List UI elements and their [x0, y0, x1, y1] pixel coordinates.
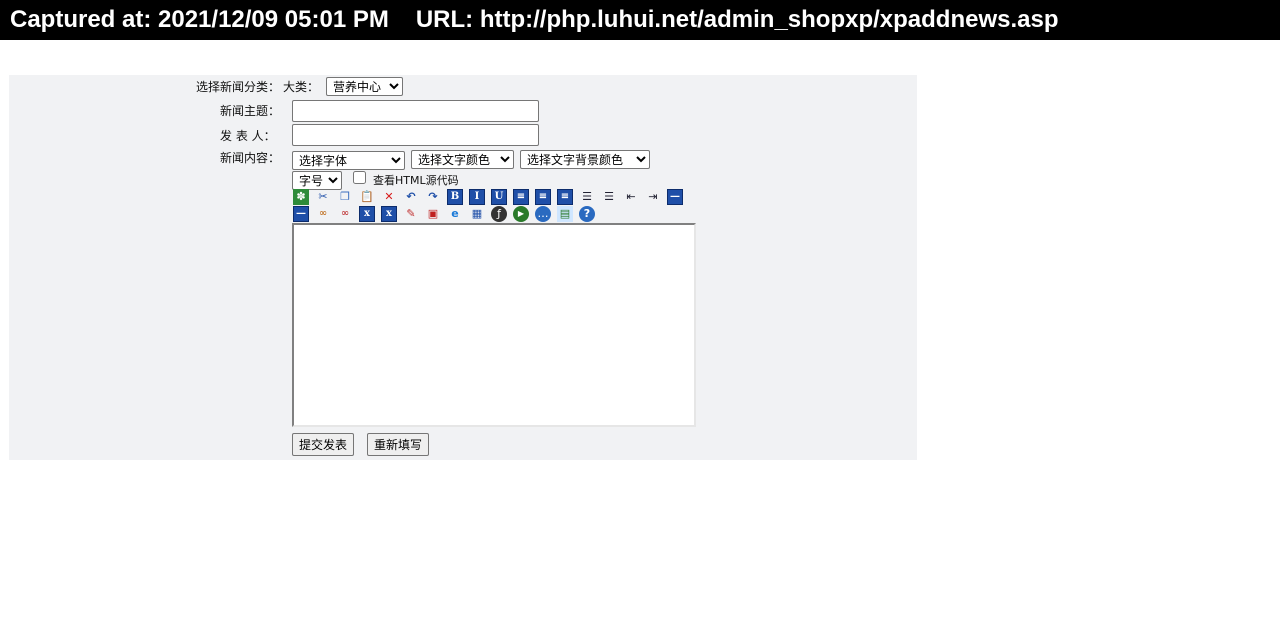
web-link-icon[interactable]: ∞	[315, 206, 331, 222]
font-size-select[interactable]: 字号	[292, 171, 342, 190]
font-select[interactable]: 选择字体	[292, 151, 405, 170]
unordered-list-icon[interactable]: ☰	[601, 189, 617, 205]
underline-icon[interactable]: U	[491, 189, 507, 205]
author-input[interactable]	[292, 124, 539, 146]
align-right-icon[interactable]: ≡	[557, 189, 573, 205]
bold-icon[interactable]: B	[447, 189, 463, 205]
unlink-icon[interactable]: ∞	[337, 206, 353, 222]
text-color-select[interactable]: 选择文字颜色	[411, 150, 514, 169]
eraser-icon[interactable]: ✎	[403, 206, 419, 222]
author-label: 发 表 人：	[220, 129, 276, 143]
major-category-select[interactable]: 营养中心	[326, 77, 403, 96]
news-title-label: 新闻主题：	[220, 104, 281, 118]
horizontal-rule-icon[interactable]: —	[667, 189, 683, 205]
ordered-list-icon[interactable]: ☰	[579, 189, 595, 205]
help-icon[interactable]: ?	[579, 206, 595, 222]
insert-image-icon[interactable]: ▣	[425, 206, 441, 222]
editor-toolbar-row-2: — ∞ ∞ x x ✎ ▣ e ▦ ƒ ▶ … ▤?	[293, 206, 595, 222]
align-left-icon[interactable]: ≡	[513, 189, 529, 205]
media-icon[interactable]: ▶	[513, 206, 529, 222]
capture-timestamp: Captured at: 2021/12/09 05:01 PM	[10, 6, 389, 33]
capture-bar: Captured at: 2021/12/09 05:01 PM URL: htt…	[0, 0, 1280, 40]
copy-icon[interactable]: ❐	[337, 189, 353, 205]
subscript-icon[interactable]: x	[359, 206, 375, 222]
ie-link-icon[interactable]: e	[447, 206, 463, 222]
editor-toolbar-row-1: ✽ ✂ ❐ 📋 ✕ ↶ ↷ B I U ≡ ≡ ≡ ☰ ☰ ⇤ ⇥ —	[293, 189, 683, 205]
view-html-source-label: 查看HTML源代码	[373, 174, 459, 187]
submit-button[interactable]: 提交发表	[292, 433, 355, 456]
paste-icon[interactable]: 📋	[359, 189, 375, 205]
news-content-label: 新闻内容：	[220, 151, 281, 165]
outdent-icon[interactable]: ⇤	[623, 189, 639, 205]
undo-icon[interactable]: ↶	[403, 189, 419, 205]
redo-icon[interactable]: ↷	[425, 189, 441, 205]
major-category-label: 大类：	[283, 80, 320, 94]
flash-icon[interactable]: ƒ	[491, 206, 507, 222]
text-bgcolor-select[interactable]: 选择文字背景颜色	[520, 150, 650, 169]
news-title-input[interactable]	[292, 100, 539, 122]
superscript-icon[interactable]: x	[381, 206, 397, 222]
comment-icon[interactable]: …	[535, 206, 551, 222]
align-center-icon[interactable]: ≡	[535, 189, 551, 205]
capture-url: URL: http://php.luhui.net/admin_shopxp/x…	[415, 6, 1059, 33]
table-icon[interactable]: ▦	[469, 206, 485, 222]
view-html-source-checkbox[interactable]	[353, 171, 366, 184]
reset-button[interactable]: 重新填写	[367, 433, 430, 456]
indent-icon[interactable]: ⇥	[645, 189, 661, 205]
delete-icon[interactable]: ✕	[381, 189, 397, 205]
italic-icon[interactable]: I	[469, 189, 485, 205]
category-label: 选择新闻分类：	[196, 80, 281, 94]
add-news-form: 选择新闻分类： 大类： 营养中心 新闻主题： 发 表 人： 新闻内容： 选择字体…	[9, 75, 917, 460]
remove-format-icon[interactable]: —	[293, 206, 309, 222]
picture-icon[interactable]: ▤	[557, 206, 573, 222]
cut-icon[interactable]: ✂	[315, 189, 331, 205]
fullscreen-icon[interactable]: ✽	[293, 189, 309, 205]
content-editor[interactable]	[292, 223, 696, 427]
